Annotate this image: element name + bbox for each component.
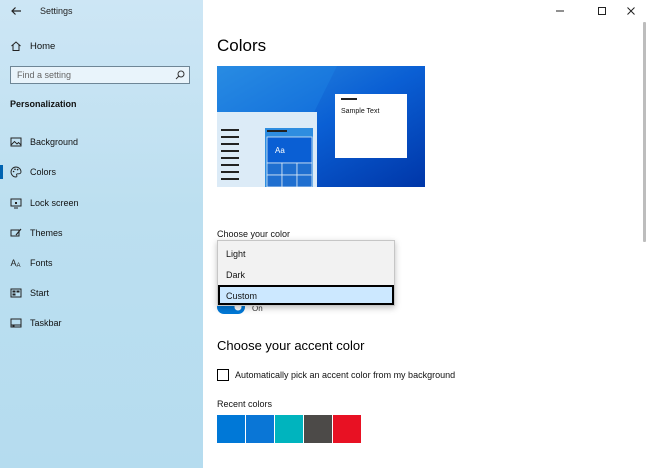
svg-text:A: A <box>17 263 21 269</box>
lock-screen-icon <box>10 198 22 209</box>
sidebar-home-label: Home <box>30 40 56 52</box>
auto-accent-checkbox[interactable] <box>217 369 229 381</box>
preview-tile-text: Aa <box>275 146 285 155</box>
recent-colors-label: Recent colors <box>217 399 273 409</box>
recent-color-swatch[interactable] <box>246 415 274 443</box>
sidebar-item-label: Themes <box>30 228 63 238</box>
dropdown-option-custom[interactable]: Custom <box>218 285 394 305</box>
sidebar-item-label: Taskbar <box>30 318 62 328</box>
sidebar-item-background[interactable]: Background <box>0 129 203 155</box>
sidebar-item-home[interactable]: Home <box>0 33 203 59</box>
sidebar-item-label: Background <box>30 137 79 147</box>
choose-color-label: Choose your color <box>217 229 291 239</box>
taskbar-icon <box>10 318 22 328</box>
theme-preview: Sample Text Aa <box>217 66 425 187</box>
sidebar: Settings Home Personalization Background… <box>0 0 203 468</box>
recent-color-swatch[interactable] <box>304 415 332 443</box>
close-icon[interactable] <box>624 4 638 18</box>
maximize-icon[interactable] <box>595 4 609 18</box>
recent-color-swatch[interactable] <box>333 415 361 443</box>
start-icon <box>10 288 22 298</box>
sidebar-item-start[interactable]: Start <box>0 280 203 306</box>
sidebar-item-label: Lock screen <box>30 198 79 208</box>
color-mode-dropdown[interactable]: Light Dark Custom <box>217 240 395 306</box>
page-title: Colors <box>217 36 267 55</box>
section-label: Personalization <box>10 99 77 109</box>
sidebar-item-label: Fonts <box>30 258 53 268</box>
selection-indicator <box>0 165 3 179</box>
sidebar-item-label: Start <box>30 288 50 298</box>
search-box[interactable] <box>10 66 190 84</box>
app-title: Settings <box>40 6 73 16</box>
back-arrow-icon[interactable] <box>8 3 24 19</box>
picture-icon <box>10 137 22 147</box>
dropdown-option-label: Light <box>226 249 246 259</box>
preview-desktop <box>217 66 425 187</box>
search-input[interactable] <box>17 69 167 81</box>
minimize-icon[interactable] <box>553 4 567 18</box>
dropdown-option-label: Dark <box>226 270 246 280</box>
preview-sample-text: Sample Text <box>341 108 380 115</box>
recent-color-swatch[interactable] <box>275 415 303 443</box>
themes-icon <box>10 228 22 237</box>
fonts-icon: A A <box>11 258 21 269</box>
dropdown-option-label: Custom <box>226 291 258 301</box>
sidebar-item-fonts[interactable]: A A Fonts <box>0 250 203 276</box>
sidebar-item-label: Colors <box>30 167 57 177</box>
sidebar-item-taskbar[interactable]: Taskbar <box>0 310 203 336</box>
dropdown-option-light[interactable]: Light <box>218 243 394 263</box>
recent-color-swatch[interactable] <box>217 415 245 443</box>
sidebar-item-themes[interactable]: Themes <box>0 220 203 246</box>
sidebar-item-colors[interactable]: Colors <box>0 159 203 185</box>
titlebar-left: Settings <box>0 0 203 22</box>
auto-accent-label[interactable]: Automatically pick an accent color from … <box>235 370 455 380</box>
toggle-switch[interactable] <box>217 306 245 314</box>
dropdown-option-dark[interactable]: Dark <box>218 264 394 284</box>
sidebar-item-lock-screen[interactable]: Lock screen <box>0 190 203 216</box>
accent-heading: Choose your accent color <box>217 338 365 353</box>
home-icon <box>11 41 21 51</box>
palette-icon <box>10 166 22 178</box>
search-icon[interactable] <box>175 70 185 80</box>
scrollbar[interactable] <box>643 22 646 242</box>
